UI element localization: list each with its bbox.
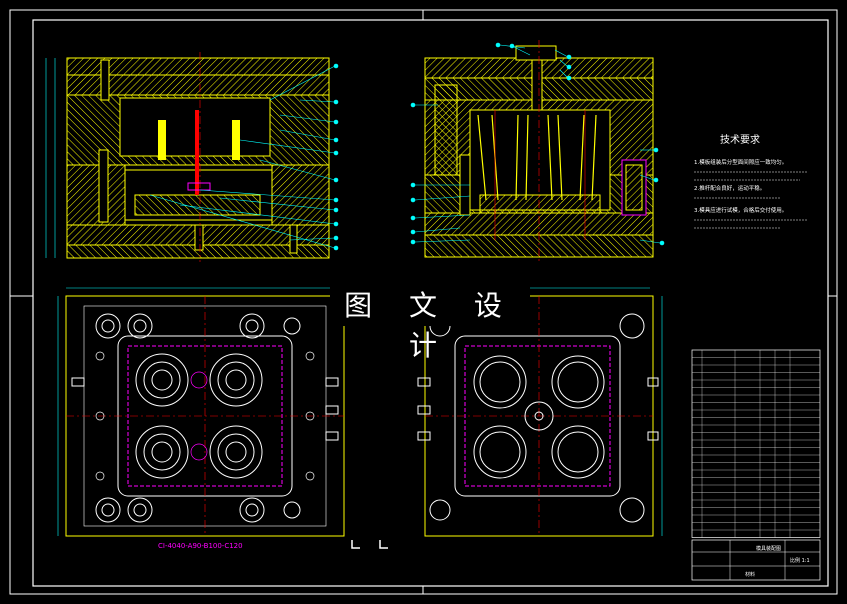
drawing-name: 模具装配图	[756, 545, 781, 552]
tech-requirement-line: 3.模具应进行试模，合格后交付使用。	[694, 206, 787, 214]
tech-requirements-heading: 技术要求	[720, 133, 760, 146]
title-watermark: 图 文 设 计	[330, 286, 530, 362]
section-view-left	[45, 52, 339, 262]
tech-requirement-line: 2.推杆配合良好，运动平稳。	[694, 184, 765, 192]
tech-requirements: 技术要求 1.模板组装后分型面间隙应一致均匀。 2.推杆配合良好，运动平稳。 3…	[694, 133, 808, 229]
tech-requirement-line: 1.模板组装后分型面间隙应一致均匀。	[694, 158, 787, 166]
plan-view-right	[351, 287, 663, 549]
plan-view-left: CI-4040-A90-B100-C120	[57, 287, 345, 550]
parts-list-table	[691, 349, 821, 538]
mold-base-label: CI-4040-A90-B100-C120	[158, 542, 243, 550]
title-block: 模具装配图 比例 1:1 材料	[691, 539, 821, 581]
scale-label: 比例 1:1	[790, 557, 810, 564]
material-label: 材料	[745, 571, 755, 578]
section-view-right	[410, 40, 665, 262]
parts-list-frame	[691, 349, 821, 538]
